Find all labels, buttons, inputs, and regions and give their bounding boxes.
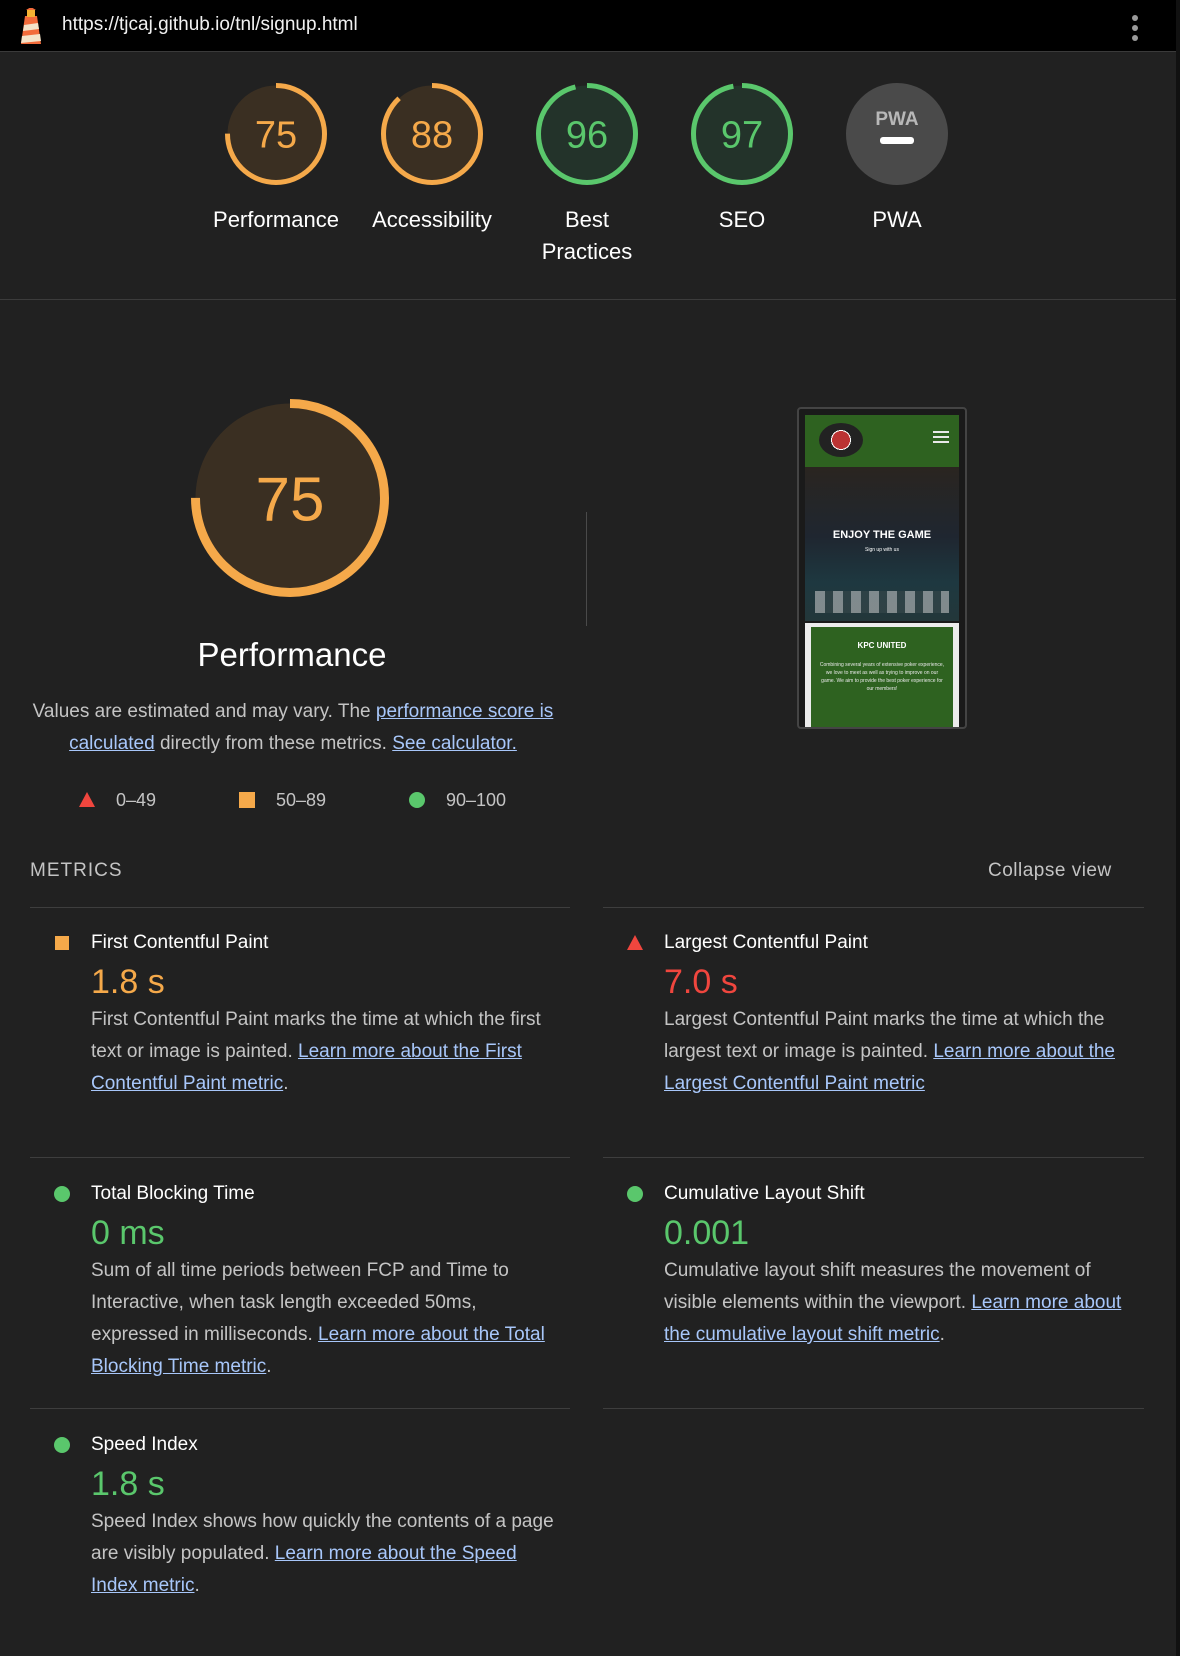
- lighthouse-icon: [21, 8, 41, 44]
- red-triangle-icon: [627, 935, 643, 950]
- gauge-score: 97: [721, 115, 763, 157]
- metric-value: 0.001: [664, 1214, 750, 1252]
- page-url[interactable]: https://tjcaj.github.io/tnl/signup.html: [62, 14, 358, 36]
- gauge-label-accessibility: Accessibility: [372, 207, 492, 232]
- collapse-view-button[interactable]: Collapse view: [988, 860, 1112, 882]
- metric-lcp: Largest Contentful Paint 7.0 s Largest Con…: [627, 930, 1134, 1100]
- gauge-pwa[interactable]: PWA PWA: [822, 82, 972, 236]
- divider: [603, 1157, 1144, 1158]
- metric-value: 1.8 s: [91, 963, 165, 1001]
- metric-description: Speed Index shows how quickly the conten…: [91, 1511, 554, 1596]
- gauge-ring: 96: [536, 83, 638, 185]
- divider: [30, 1157, 570, 1158]
- gauge-score: 75: [256, 465, 325, 534]
- metric-description: First Contentful Paint marks the time at…: [91, 1009, 541, 1094]
- pwa-badge-text: PWA: [875, 109, 919, 130]
- legend-label: 0–49: [116, 790, 157, 810]
- thumb-hero-subtitle: Sign up with us: [865, 547, 899, 553]
- window-edge: [1176, 0, 1180, 1656]
- thumb-hero: ENJOY THE GAME Sign up with us: [805, 467, 959, 621]
- metric-tbt: Total Blocking Time 0 ms Sum of all time p…: [54, 1181, 561, 1383]
- metric-value: 0 ms: [91, 1214, 165, 1252]
- divider: [603, 907, 1144, 908]
- performance-description: Values are estimated and may vary. The p…: [32, 701, 554, 754]
- gauge-ring: 97: [691, 83, 793, 185]
- site-logo: [819, 423, 863, 457]
- orange-square-icon: [239, 792, 255, 808]
- gauge-ring: PWA: [846, 83, 948, 185]
- section-divider: [586, 512, 587, 626]
- kebab-menu-icon[interactable]: [1124, 12, 1146, 42]
- red-triangle-icon: [79, 792, 95, 807]
- metric-description: Cumulative layout shift measures the mov…: [664, 1260, 1122, 1345]
- metrics-heading: METRICS: [30, 860, 123, 881]
- pwa-badge-background: [846, 83, 948, 185]
- gauge-ring: 75: [225, 83, 327, 185]
- metric-name: Speed Index: [91, 1434, 198, 1455]
- metric-name: Largest Contentful Paint: [664, 932, 868, 953]
- gauge-label-performance: Performance: [213, 207, 339, 232]
- thumb-hero-title: ENJOY THE GAME: [832, 529, 932, 541]
- gauge-score: 96: [566, 115, 608, 157]
- gauge-performance[interactable]: 75 Performance: [201, 82, 351, 236]
- thumb-card: KPC UNITED Combining several years of ex…: [805, 623, 959, 727]
- orange-square-icon: [55, 936, 69, 950]
- score-gauges: 75 Performance 88 Accessibility 96 Best Pra…: [0, 52, 1176, 300]
- metric-value: 7.0 s: [664, 963, 738, 1001]
- metric-speed-index: Speed Index 1.8 s Speed Index shows how qu…: [54, 1432, 561, 1602]
- thumb-card-title: KPC UNITED: [857, 641, 907, 650]
- green-circle-icon: [54, 1186, 70, 1202]
- address-bar: https://tjcaj.github.io/tnl/signup.html: [0, 0, 1180, 52]
- page-screenshot-thumbnail[interactable]: ENJOY THE GAME Sign up with us KPC UNITE…: [797, 407, 967, 729]
- metric-description: Largest Contentful Paint marks the time …: [664, 1009, 1115, 1094]
- thumb-navbar: [805, 415, 959, 467]
- gauge-score: 88: [411, 115, 453, 157]
- gauge-seo[interactable]: 97 SEO: [667, 82, 817, 236]
- legend-label: 90–100: [446, 790, 507, 810]
- metric-description: Sum of all time periods between FCP and …: [91, 1260, 545, 1377]
- metric-value: 1.8 s: [91, 1465, 165, 1503]
- metric-fcp: First Contentful Paint 1.8 s First Content…: [55, 930, 561, 1100]
- hamburger-icon: [933, 431, 949, 446]
- performance-title: Performance: [197, 636, 387, 673]
- playing-cards-image: [815, 591, 949, 613]
- green-circle-icon: [627, 1186, 643, 1202]
- legend-label: 50–89: [276, 790, 327, 810]
- metric-cls: Cumulative Layout Shift 0.001 Cumulative l…: [627, 1181, 1134, 1351]
- metric-name: Total Blocking Time: [91, 1183, 255, 1204]
- thumb-card-body: Combining several years of extensive pok…: [819, 662, 945, 692]
- divider: [603, 1408, 1144, 1409]
- pwa-dash-icon: [880, 137, 914, 144]
- metric-name: First Contentful Paint: [91, 932, 269, 953]
- divider: [30, 907, 570, 908]
- green-circle-icon: [54, 1437, 70, 1453]
- gauge-score: 75: [255, 115, 297, 157]
- gauge-best-practices[interactable]: 96 Best Practices: [512, 82, 662, 268]
- gauge-label-pwa: PWA: [872, 207, 922, 232]
- gauge-label-best-practices: Best Practices: [541, 207, 633, 264]
- see-calculator-link[interactable]: See calculator.: [392, 733, 517, 754]
- metric-name: Cumulative Layout Shift: [664, 1183, 865, 1204]
- gauge-ring: 88: [381, 83, 483, 185]
- gauge-label-seo: SEO: [718, 207, 766, 232]
- gauge-accessibility[interactable]: 88 Accessibility: [357, 82, 507, 236]
- performance-large-gauge: 75: [191, 399, 389, 597]
- green-circle-icon: [409, 792, 425, 808]
- divider: [30, 1408, 570, 1409]
